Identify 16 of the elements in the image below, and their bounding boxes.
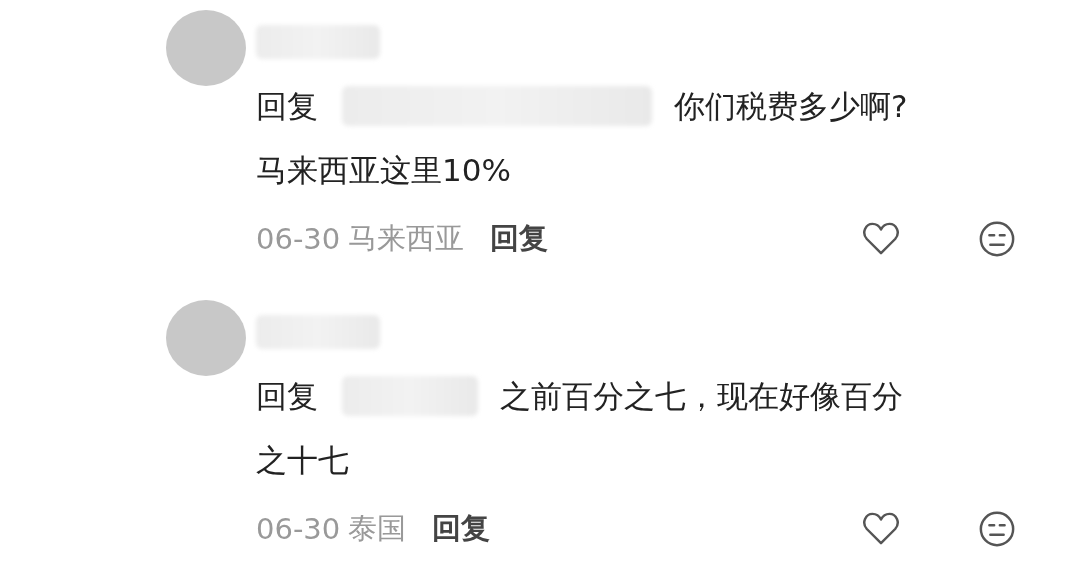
reply-prefix: 回复 [256, 87, 318, 126]
comment-date: 06-30 [256, 512, 341, 546]
like-icon[interactable] [862, 222, 900, 256]
comment-location: 马来西亚 [348, 220, 465, 257]
comment-text: 你们税费多少啊? [674, 87, 908, 126]
neutral-face-icon[interactable] [978, 220, 1016, 258]
reply-prefix: 回复 [256, 377, 318, 416]
comment-text: 之前百分之七，现在好像百分 [500, 377, 903, 416]
comment-location: 泰国 [348, 510, 407, 547]
comment-text: 之十七 [256, 441, 349, 480]
comment-text: 马来西亚这里10% [256, 151, 511, 190]
reply-button[interactable]: 回复 [432, 509, 491, 549]
like-icon[interactable] [862, 512, 900, 546]
comment-date: 06-30 [256, 222, 341, 256]
reply-button[interactable]: 回复 [490, 219, 549, 259]
neutral-face-icon[interactable] [978, 510, 1016, 548]
